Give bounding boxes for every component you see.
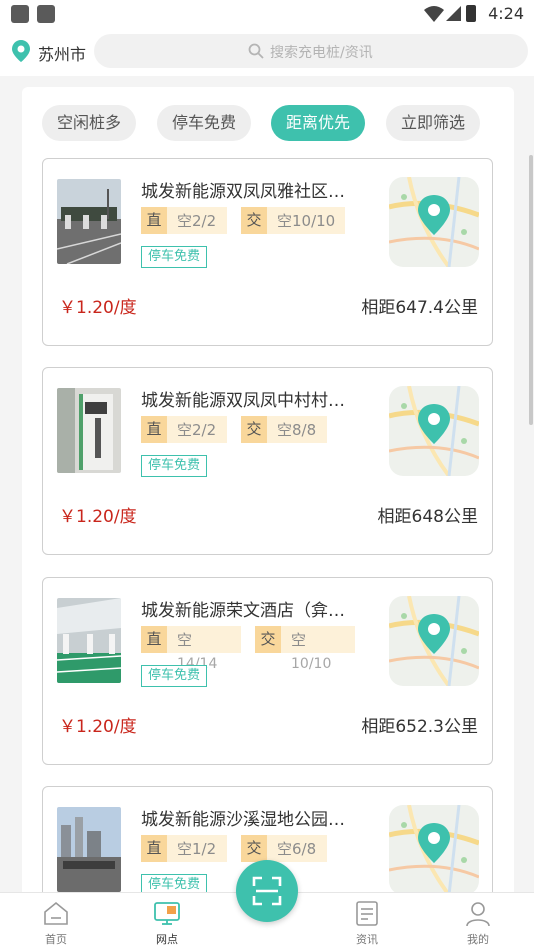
search-placeholder: 搜索充电桩/资讯 xyxy=(270,45,373,61)
station-card[interactable]: 城发新能源荣文酒店（弇… 直 空 14/14 交 空 10/10 停车免费 ￥1… xyxy=(42,577,493,765)
scan-icon xyxy=(252,876,282,906)
station-price: ￥1.20/度 xyxy=(59,298,137,318)
station-distance: 相距647.4公里 xyxy=(361,298,478,318)
nav-profile[interactable]: 我的 xyxy=(438,893,518,950)
nav-home[interactable]: 首页 xyxy=(16,893,96,950)
dc-availability: 直 空2/2 xyxy=(141,207,227,234)
ac-free-count: 10/10 xyxy=(291,656,332,672)
ac-availability: 交 空 10/10 xyxy=(255,626,355,672)
station-name: 城发新能源荣文酒店（弇… xyxy=(141,601,345,621)
station-card[interactable]: 城发新能源双凤凤雅社区… 直 空2/2 交 空10/10 停车免费 ￥1.20/… xyxy=(42,158,493,346)
dc-label: 直 xyxy=(141,626,167,653)
nav-stations[interactable]: 网点 xyxy=(127,893,207,950)
ac-availability: 交 空8/8 xyxy=(241,416,327,443)
station-distance: 相距648公里 xyxy=(377,507,478,527)
map-navigation-icon[interactable] xyxy=(389,177,479,267)
nav-news[interactable]: 资讯 xyxy=(327,893,407,950)
filter-distance-first[interactable]: 距离优先 xyxy=(271,105,365,141)
dc-free: 空 xyxy=(177,631,193,649)
map-navigation-icon[interactable] xyxy=(389,386,479,476)
battery-icon xyxy=(466,5,476,22)
dc-free: 空1/2 xyxy=(177,840,217,858)
dc-label: 直 xyxy=(141,835,167,862)
dc-free: 空2/2 xyxy=(177,212,217,230)
station-name: 城发新能源沙溪湿地公园… xyxy=(141,810,345,830)
parking-badge: 停车免费 xyxy=(141,246,208,268)
scan-button[interactable] xyxy=(236,860,298,922)
nav-profile-label: 我的 xyxy=(467,933,489,946)
ac-label: 交 xyxy=(241,835,267,862)
station-card[interactable]: 城发新能源双凤凤中村村… 直 空2/2 交 空8/8 停车免费 ￥1.20/度 … xyxy=(42,367,493,555)
station-photo xyxy=(57,598,121,683)
status-bar: 4:24 xyxy=(0,0,534,28)
dc-availability: 直 空1/2 xyxy=(141,835,227,862)
station-price: ￥1.20/度 xyxy=(59,717,137,737)
station-name: 城发新能源双凤凤中村村… xyxy=(141,391,345,411)
location-pin-icon[interactable] xyxy=(12,40,30,62)
city-selector[interactable]: 苏州市 xyxy=(38,41,86,65)
filter-free-parking[interactable]: 停车免费 xyxy=(157,105,251,141)
ac-label: 交 xyxy=(241,416,267,443)
map-navigation-icon[interactable] xyxy=(389,596,479,686)
station-distance: 相距652.3公里 xyxy=(361,717,478,737)
ac-label: 交 xyxy=(255,626,281,653)
station-name: 城发新能源双凤凤雅社区… xyxy=(141,182,345,202)
parking-badge: 停车免费 xyxy=(141,455,208,477)
station-photo xyxy=(57,179,121,264)
parking-badge: 停车免费 xyxy=(141,665,208,687)
nav-news-label: 资讯 xyxy=(356,933,378,946)
map-navigation-icon[interactable] xyxy=(389,805,479,895)
dc-label: 直 xyxy=(141,207,167,234)
station-icon xyxy=(154,902,180,925)
nav-home-label: 首页 xyxy=(45,933,67,946)
scrollbar[interactable] xyxy=(529,155,533,425)
signal-icon xyxy=(446,6,461,21)
ac-free: 空10/10 xyxy=(277,212,336,230)
notification-icon xyxy=(37,5,55,23)
news-icon xyxy=(356,901,378,926)
search-input[interactable]: 搜索充电桩/资讯 xyxy=(94,34,528,68)
notification-icon xyxy=(11,5,29,23)
ac-free: 空 xyxy=(291,631,307,649)
station-photo xyxy=(57,388,121,473)
search-icon xyxy=(248,43,264,59)
filter-idle-piles[interactable]: 空闲桩多 xyxy=(42,105,136,141)
status-time: 4:24 xyxy=(488,4,524,23)
ac-label: 交 xyxy=(241,207,267,234)
profile-icon xyxy=(466,902,490,927)
dc-availability: 直 空2/2 xyxy=(141,416,227,443)
home-icon xyxy=(44,901,68,925)
dc-availability: 直 空 14/14 xyxy=(141,626,241,672)
station-price: ￥1.20/度 xyxy=(59,507,137,527)
ac-free: 空6/8 xyxy=(277,840,317,858)
dc-free: 空2/2 xyxy=(177,421,217,439)
nav-stations-label: 网点 xyxy=(156,933,178,946)
ac-free: 空8/8 xyxy=(277,421,317,439)
wifi-icon xyxy=(424,6,444,22)
dc-label: 直 xyxy=(141,416,167,443)
header: 苏州市 搜索充电桩/资讯 xyxy=(0,28,534,76)
station-photo xyxy=(57,807,121,892)
filter-apply[interactable]: 立即筛选 xyxy=(386,105,480,141)
ac-availability: 交 空10/10 xyxy=(241,207,345,234)
ac-availability: 交 空6/8 xyxy=(241,835,327,862)
